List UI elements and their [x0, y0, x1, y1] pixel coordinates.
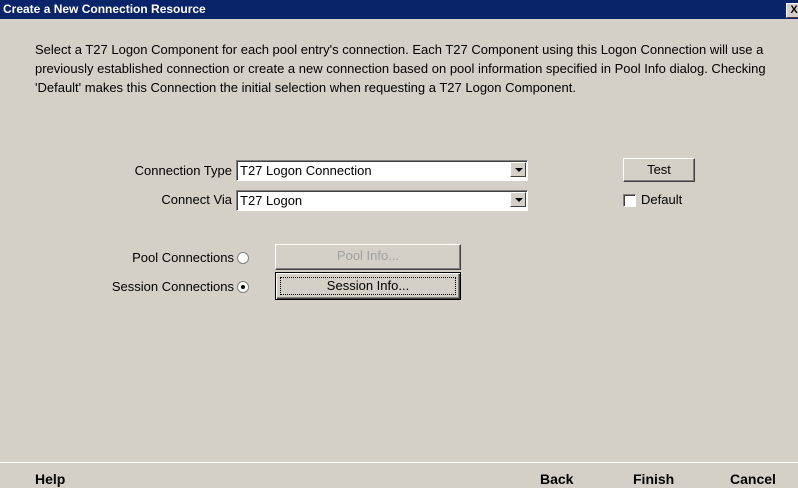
connection-type-label: Connection Type: [134, 163, 232, 178]
default-checkbox[interactable]: [623, 194, 636, 207]
session-connections-label: Session Connections: [111, 279, 234, 294]
pool-info-button[interactable]: Pool Info...: [275, 244, 461, 270]
pool-info-button-label: Pool Info...: [336, 248, 400, 263]
connection-type-select[interactable]: T27 Logon Connection: [236, 160, 528, 181]
title-bar[interactable]: Create a New Connection Resource: [0, 0, 798, 19]
chevron-down-icon[interactable]: [510, 162, 526, 177]
default-checkbox-label: Default: [641, 192, 683, 207]
help-button[interactable]: Help: [35, 471, 65, 487]
pool-connections-radio[interactable]: [237, 252, 249, 264]
finish-button[interactable]: Finish: [633, 471, 674, 487]
connect-via-label: Connect Via: [161, 192, 232, 207]
connect-via-value: T27 Logon: [240, 193, 303, 208]
back-button[interactable]: Back: [540, 471, 573, 487]
test-button-label: Test: [647, 162, 671, 177]
session-info-button[interactable]: Session Info...: [275, 272, 461, 300]
footer-bar: Help Back Finish Cancel: [0, 462, 798, 488]
connection-type-value: T27 Logon Connection: [240, 163, 372, 178]
connection-resource-dialog: Create a New Connection Resource X Selec…: [0, 0, 798, 488]
chevron-down-icon[interactable]: [510, 192, 526, 207]
session-info-button-label: Session Info...: [326, 278, 410, 293]
instructions-text: Select a T27 Logon Component for each po…: [35, 42, 766, 95]
cancel-button[interactable]: Cancel: [730, 471, 776, 487]
window-title: Create a New Connection Resource: [3, 2, 206, 16]
session-connections-radio[interactable]: [237, 281, 249, 293]
close-icon[interactable]: X: [786, 3, 798, 18]
pool-connections-label: Pool Connections: [132, 250, 234, 265]
connect-via-select[interactable]: T27 Logon: [236, 190, 528, 211]
test-button[interactable]: Test: [623, 158, 695, 182]
